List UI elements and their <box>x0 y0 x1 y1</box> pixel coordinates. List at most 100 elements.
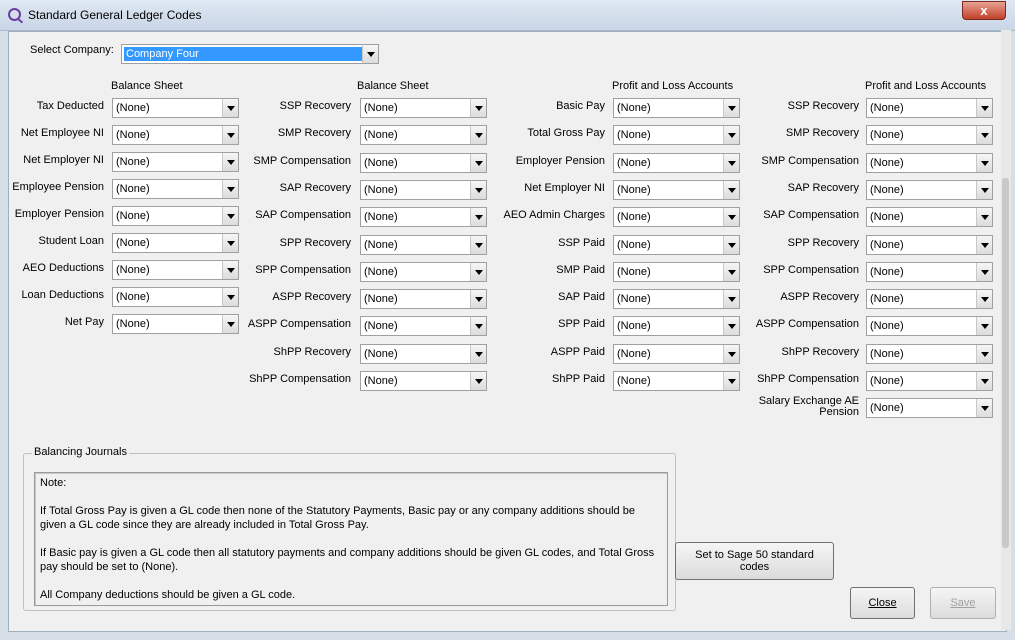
col4-header: Profit and Loss Accounts <box>865 80 987 92</box>
select-value: (None) <box>617 129 651 141</box>
col4-row-label: ASPP Recovery <box>659 292 859 303</box>
select-value: (None) <box>364 375 398 387</box>
col4-row-label-text-2: Pension <box>819 406 859 418</box>
col2-row-label-text: SPP Recovery <box>279 237 351 249</box>
scrollbar-thumb[interactable] <box>1002 178 1009 548</box>
chevron-down-icon[interactable] <box>976 399 992 417</box>
select-value: (None) <box>870 320 904 332</box>
select-value: (None) <box>116 318 150 330</box>
col4-gl-code-select[interactable]: (None) <box>866 289 993 309</box>
col2-row-label: SSP Recovery <box>151 101 351 112</box>
col2-row-label-text: ASPP Compensation <box>247 318 351 330</box>
select-value: (None) <box>364 157 398 169</box>
col1-row-label: Employer Pension <box>0 209 104 220</box>
chevron-down-icon[interactable] <box>976 154 992 172</box>
col4-gl-code-select[interactable]: (None) <box>866 371 993 391</box>
col4-gl-code-select[interactable]: (None) <box>866 207 993 227</box>
select-value: (None) <box>364 239 398 251</box>
select-value: (None) <box>617 239 651 251</box>
chevron-down-icon[interactable] <box>976 126 992 144</box>
chevron-down-icon[interactable] <box>976 263 992 281</box>
chevron-down-icon[interactable] <box>976 290 992 308</box>
col3-row-label: SSP Paid <box>405 238 605 249</box>
select-value: (None) <box>116 129 150 141</box>
select-value: (None) <box>364 320 398 332</box>
chevron-down-icon[interactable] <box>976 208 992 226</box>
col4-gl-code-select[interactable]: (None) <box>866 316 993 336</box>
chevron-down-icon[interactable] <box>362 45 378 63</box>
note-paragraph-3: All Company deductions should be given a… <box>40 589 296 601</box>
col4-gl-code-select[interactable]: (None) <box>866 125 993 145</box>
title-bar: Standard General Ledger Codes x <box>0 0 1015 31</box>
select-value: (None) <box>617 157 651 169</box>
col4-gl-code-select[interactable]: (None) <box>866 235 993 255</box>
col4-gl-code-select[interactable]: (None) <box>866 344 993 364</box>
select-value: (None) <box>116 237 150 249</box>
col4-row-label-text: SPP Compensation <box>763 264 859 276</box>
select-value: (None) <box>364 266 398 278</box>
col2-header: Balance Sheet <box>357 80 429 92</box>
col1-row-label: Employee Pension <box>0 182 104 193</box>
company-select[interactable]: Company Four <box>121 44 379 64</box>
col3-row-label-text: SSP Paid <box>558 237 605 249</box>
col4-gl-code-select[interactable]: (None) <box>866 398 993 418</box>
col4-gl-code-select[interactable]: (None) <box>866 153 993 173</box>
col1-row-label-text: Net Employee NI <box>20 127 104 139</box>
col3-row-label: SAP Paid <box>405 292 605 303</box>
col1-row-label-text: Employee Pension <box>12 181 104 193</box>
col3-row-label: AEO Admin Charges <box>405 210 606 221</box>
col3-row-label: Net Employer NI <box>405 183 605 194</box>
col4-row-label: ASPP Compensation <box>659 319 859 330</box>
col4-row-label-text: SSP Recovery <box>787 100 859 112</box>
select-value: (None) <box>870 129 904 141</box>
col3-row-label-text: Net Employer NI <box>524 182 605 194</box>
set-sage-standard-button[interactable]: Set to Sage 50 standard codes <box>675 542 834 580</box>
col2-row-label-text: SMP Compensation <box>253 155 351 167</box>
select-value: (None) <box>617 348 651 360</box>
select-value: (None) <box>364 348 398 360</box>
col2-row-label-text: ASPP Recovery <box>272 291 351 303</box>
chevron-down-icon[interactable] <box>976 345 992 363</box>
col1-row-label: AEO Deductions <box>0 263 104 274</box>
close-button[interactable]: Close <box>850 587 915 619</box>
select-value: (None) <box>617 375 651 387</box>
select-value: (None) <box>364 184 398 196</box>
col1-row-label: Loan Deductions <box>0 290 104 301</box>
select-value: (None) <box>116 291 150 303</box>
col4-row-label: ShPP Compensation <box>659 374 859 385</box>
select-value: (None) <box>870 239 904 251</box>
select-value: (None) <box>364 102 398 114</box>
col3-row-label: ASPP Paid <box>405 347 605 358</box>
select-value: (None) <box>870 266 904 278</box>
col4-gl-code-select[interactable]: (None) <box>866 180 993 200</box>
col2-row-label-text: SMP Recovery <box>277 127 351 139</box>
app-logo-icon <box>8 8 21 21</box>
select-value: (None) <box>870 348 904 360</box>
col3-row-label-text: Total Gross Pay <box>527 127 605 139</box>
chevron-down-icon[interactable] <box>976 372 992 390</box>
col1-row-label-text: Employer Pension <box>14 208 104 220</box>
balancing-journals-group: Balancing Journals Note: If Total Gross … <box>23 446 676 611</box>
sage-button-line2: codes <box>739 561 770 573</box>
company-selected-value: Company Four <box>124 47 362 61</box>
col2-row-label: SMP Compensation <box>151 156 351 167</box>
col4-row-label: SAP Recovery <box>659 183 859 194</box>
col3-header: Profit and Loss Accounts <box>612 80 734 92</box>
chevron-down-icon[interactable] <box>976 317 992 335</box>
save-button[interactable]: Save <box>930 587 996 619</box>
col4-gl-code-select[interactable]: (None) <box>866 98 993 118</box>
col2-row-label: ShPP Compensation <box>151 374 351 385</box>
select-value: (None) <box>116 264 150 276</box>
col3-row-label-text: SAP Paid <box>558 291 605 303</box>
window-close-button[interactable]: x <box>962 1 1006 20</box>
chevron-down-icon[interactable] <box>976 181 992 199</box>
col1-row-label: Net Employer NI <box>0 155 104 166</box>
dialog-body: Select Company: Company Four Balance She… <box>8 31 1007 632</box>
col1-row-label: Net Pay <box>0 317 104 328</box>
select-value: (None) <box>870 375 904 387</box>
col4-row-label: SPP Recovery <box>659 238 859 249</box>
col2-row-label: ASPP Compensation <box>151 319 351 330</box>
col4-gl-code-select[interactable]: (None) <box>866 262 993 282</box>
chevron-down-icon[interactable] <box>976 236 992 254</box>
chevron-down-icon[interactable] <box>976 99 992 117</box>
